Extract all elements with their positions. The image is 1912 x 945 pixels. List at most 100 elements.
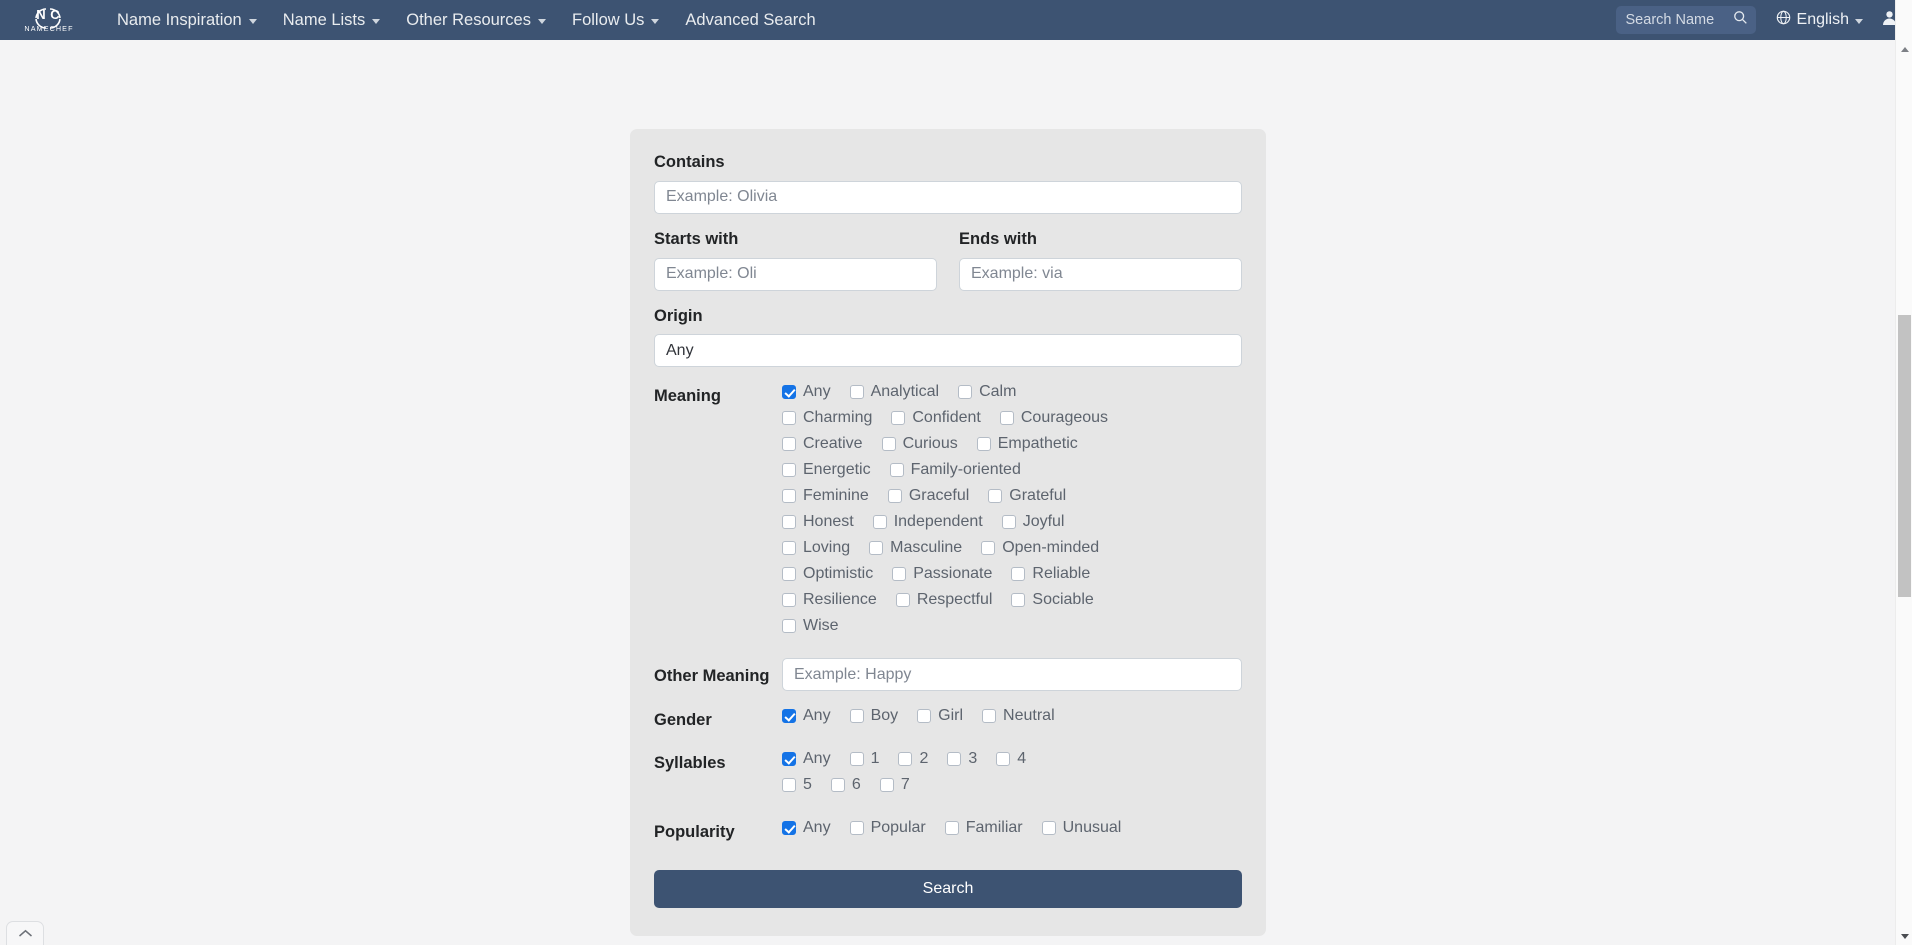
meaning-checkbox-feminine[interactable]: Feminine (782, 488, 869, 504)
scrollbar-up-arrow[interactable] (1896, 41, 1912, 58)
gender-checkbox-girl[interactable]: Girl (917, 708, 963, 724)
syllables-checkbox-7[interactable]: 7 (879, 777, 910, 793)
starts-with-input[interactable] (654, 257, 937, 291)
meaning-checkbox-input[interactable] (782, 619, 796, 634)
meaning-checkbox-input[interactable] (869, 541, 884, 556)
meaning-checkbox-input[interactable] (1001, 515, 1016, 530)
meaning-checkbox-input[interactable] (782, 411, 796, 426)
meaning-checkbox-independent[interactable]: Independent (872, 514, 983, 530)
meaning-checkbox-input[interactable] (849, 385, 864, 400)
meaning-checkbox-wise[interactable]: Wise (782, 618, 839, 634)
nav-item-follow-us[interactable]: Follow Us (559, 6, 672, 35)
syllables-checkbox-1[interactable]: 1 (849, 751, 879, 767)
meaning-checkbox-input[interactable] (889, 463, 904, 478)
syllables-checkbox-input[interactable] (996, 752, 1011, 767)
popularity-checkbox-input[interactable] (944, 821, 959, 836)
syllables-checkbox-6[interactable]: 6 (830, 777, 861, 793)
search-submit-button[interactable]: Search (654, 870, 1242, 909)
syllables-checkbox-any[interactable]: Any (782, 751, 831, 767)
syllables-checkbox-4[interactable]: 4 (996, 751, 1026, 767)
meaning-checkbox-resilience[interactable]: Resilience (782, 592, 877, 608)
popularity-checkbox-any[interactable]: Any (782, 820, 831, 836)
meaning-checkbox-curious[interactable]: Curious (881, 436, 958, 452)
meaning-checkbox-input[interactable] (881, 437, 896, 452)
language-selector[interactable]: English (1776, 10, 1863, 30)
origin-select[interactable] (654, 334, 1242, 368)
meaning-checkbox-creative[interactable]: Creative (782, 436, 863, 452)
syllables-checkbox-input[interactable] (898, 752, 913, 767)
brand-logo-namechef[interactable]: N C NAMECHEF (8, 3, 90, 37)
meaning-checkbox-any[interactable]: Any (782, 384, 831, 400)
meaning-checkbox-reliable[interactable]: Reliable (1011, 566, 1090, 582)
meaning-checkbox-input[interactable] (1011, 567, 1026, 582)
syllables-checkbox-input[interactable] (947, 752, 962, 767)
meaning-checkbox-honest[interactable]: Honest (782, 514, 854, 530)
meaning-checkbox-passionate[interactable]: Passionate (892, 566, 992, 582)
syllables-checkbox-2[interactable]: 2 (898, 751, 928, 767)
meaning-checkbox-input[interactable] (782, 541, 796, 556)
meaning-checkbox-input[interactable] (981, 541, 996, 556)
meaning-checkbox-loving[interactable]: Loving (782, 540, 850, 556)
popularity-checkbox-input[interactable] (849, 821, 864, 836)
nav-item-name-inspiration[interactable]: Name Inspiration (104, 6, 270, 35)
gender-checkbox-boy[interactable]: Boy (849, 708, 898, 724)
syllables-checkbox-input[interactable] (849, 752, 864, 767)
meaning-checkbox-input[interactable] (782, 463, 796, 478)
syllables-checkbox-3[interactable]: 3 (947, 751, 977, 767)
gender-checkbox-any[interactable]: Any (782, 708, 831, 724)
scrollbar-thumb[interactable] (1898, 315, 1911, 597)
meaning-checkbox-joyful[interactable]: Joyful (1001, 514, 1064, 530)
meaning-checkbox-input[interactable] (999, 411, 1014, 426)
contains-input[interactable] (654, 180, 1242, 214)
gender-checkbox-neutral[interactable]: Neutral (982, 708, 1055, 724)
meaning-checkbox-input[interactable] (887, 489, 902, 504)
gender-checkbox-input[interactable] (782, 709, 796, 724)
meaning-checkbox-input[interactable] (782, 385, 796, 400)
meaning-checkbox-energetic[interactable]: Energetic (782, 462, 871, 478)
meaning-checkbox-input[interactable] (782, 567, 796, 582)
syllables-checkbox-5[interactable]: 5 (782, 777, 812, 793)
meaning-checkbox-masculine[interactable]: Masculine (869, 540, 962, 556)
meaning-checkbox-calm[interactable]: Calm (958, 384, 1016, 400)
meaning-checkbox-analytical[interactable]: Analytical (849, 384, 939, 400)
meaning-checkbox-input[interactable] (958, 385, 973, 400)
popularity-checkbox-input[interactable] (782, 821, 796, 836)
popularity-checkbox-familiar[interactable]: Familiar (944, 820, 1023, 836)
meaning-checkbox-courageous[interactable]: Courageous (999, 410, 1108, 426)
meaning-checkbox-input[interactable] (782, 593, 796, 608)
syllables-checkbox-input[interactable] (782, 752, 796, 767)
scroll-to-top-button[interactable] (6, 921, 44, 945)
ends-with-input[interactable] (959, 257, 1242, 291)
other-meaning-input[interactable] (782, 658, 1242, 692)
meaning-checkbox-input[interactable] (895, 593, 910, 608)
nav-item-name-lists[interactable]: Name Lists (270, 6, 394, 35)
popularity-checkbox-unusual[interactable]: Unusual (1041, 820, 1121, 836)
meaning-checkbox-input[interactable] (782, 489, 796, 504)
meaning-checkbox-input[interactable] (782, 515, 796, 530)
meaning-checkbox-charming[interactable]: Charming (782, 410, 872, 426)
popularity-checkbox-input[interactable] (1041, 821, 1056, 836)
gender-checkbox-input[interactable] (849, 709, 864, 724)
search-icon[interactable] (1733, 10, 1748, 30)
gender-checkbox-input[interactable] (917, 709, 932, 724)
meaning-checkbox-input[interactable] (976, 437, 991, 452)
meaning-checkbox-input[interactable] (1011, 593, 1026, 608)
meaning-checkbox-input[interactable] (782, 437, 796, 452)
meaning-checkbox-respectful[interactable]: Respectful (895, 592, 992, 608)
popularity-checkbox-popular[interactable]: Popular (849, 820, 926, 836)
search-input[interactable] (1625, 12, 1729, 28)
navbar-search-box[interactable] (1615, 6, 1756, 34)
syllables-checkbox-input[interactable] (879, 778, 894, 793)
meaning-checkbox-input[interactable] (872, 515, 887, 530)
nav-item-advanced-search[interactable]: Advanced Search (672, 6, 828, 35)
meaning-checkbox-input[interactable] (891, 411, 906, 426)
meaning-checkbox-grateful[interactable]: Grateful (988, 488, 1066, 504)
gender-checkbox-input[interactable] (982, 709, 997, 724)
meaning-checkbox-empathetic[interactable]: Empathetic (976, 436, 1078, 452)
syllables-checkbox-input[interactable] (782, 778, 796, 793)
meaning-checkbox-input[interactable] (988, 489, 1003, 504)
meaning-checkbox-family-oriented[interactable]: Family-oriented (889, 462, 1021, 478)
meaning-checkbox-input[interactable] (892, 567, 907, 582)
scrollbar-down-arrow[interactable] (1896, 928, 1912, 945)
nav-item-other-resources[interactable]: Other Resources (393, 6, 559, 35)
